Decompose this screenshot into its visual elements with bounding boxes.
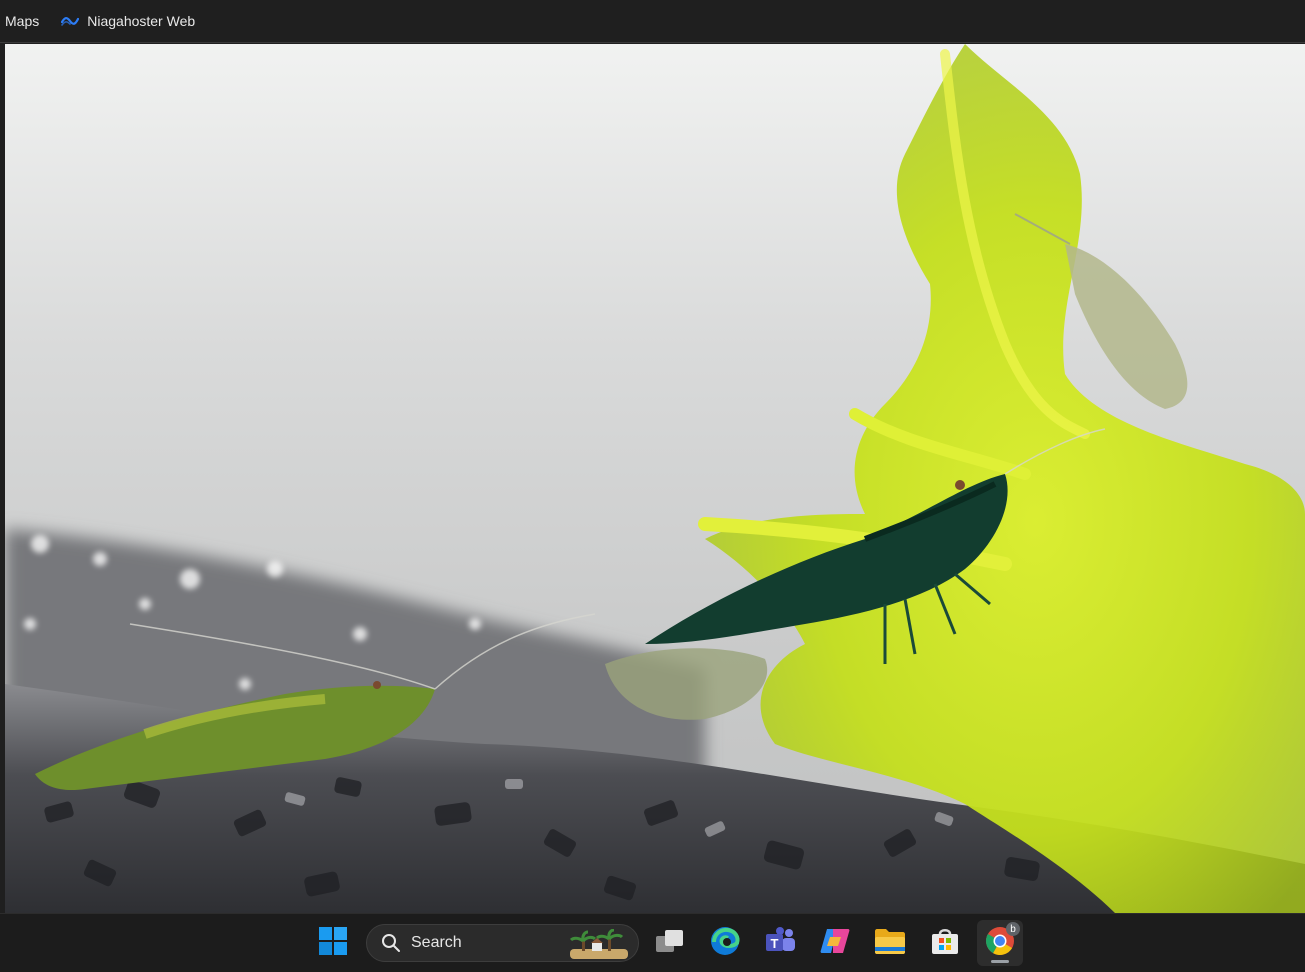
file-explorer-button[interactable] — [867, 920, 913, 966]
task-view-button[interactable] — [647, 920, 693, 966]
bookmark-label: Niagahoster Web — [87, 13, 196, 29]
folder-icon — [874, 927, 906, 960]
image-viewport — [0, 44, 1305, 913]
palm-island-icon — [569, 928, 628, 964]
teams-icon: T — [764, 926, 796, 961]
search-icon — [381, 933, 401, 953]
chrome-button[interactable]: b — [977, 920, 1023, 966]
search-label: Search — [411, 934, 462, 951]
microsoft-store-button[interactable] — [922, 920, 968, 966]
edge-button[interactable] — [702, 920, 748, 966]
edge-icon — [709, 925, 741, 962]
teams-button[interactable]: T — [757, 920, 803, 966]
task-view-icon — [655, 928, 685, 959]
windows-logo-icon — [318, 926, 348, 961]
svg-text:T: T — [771, 936, 779, 951]
start-button[interactable] — [310, 920, 356, 966]
active-indicator — [991, 960, 1009, 963]
store-icon — [930, 926, 960, 961]
bookmark-maps[interactable]: Maps — [0, 6, 44, 36]
profile-badge: b — [1006, 922, 1020, 936]
copilot-button[interactable] — [812, 920, 858, 966]
photo — [5, 44, 1305, 913]
taskbar-search[interactable]: Search — [366, 924, 639, 962]
bookmark-label: Maps — [5, 13, 40, 29]
bookmark-niagahoster[interactable]: Niagahoster Web — [56, 6, 200, 36]
taskbar: Search T b — [0, 913, 1305, 972]
bookmarks-bar: Maps Niagahoster Web — [0, 0, 1305, 43]
copilot-icon — [819, 926, 851, 961]
niagahoster-wave-icon — [61, 15, 80, 27]
